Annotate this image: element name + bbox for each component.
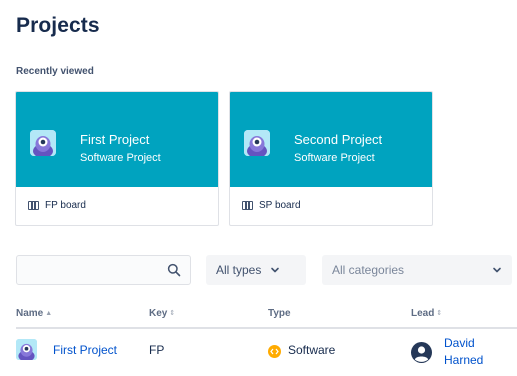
project-avatar-icon <box>244 130 270 156</box>
project-name-link[interactable]: First Project <box>53 343 117 357</box>
column-header-name-label: Name <box>16 308 44 319</box>
chevron-down-icon <box>493 267 501 273</box>
board-icon <box>242 201 253 210</box>
column-header-type: Type <box>268 308 291 319</box>
board-link-label[interactable]: SP board <box>259 200 301 211</box>
sort-ascending-icon: ▲ <box>45 310 53 317</box>
search-input[interactable] <box>17 256 167 284</box>
project-avatar-icon <box>30 130 56 156</box>
column-header-key-label: Key <box>149 308 168 319</box>
chevron-down-icon <box>271 267 280 273</box>
column-header-type-label: Type <box>268 308 291 319</box>
recently-viewed-label: Recently viewed <box>16 66 94 77</box>
table-header-divider <box>16 327 517 329</box>
column-header-name[interactable]: Name ▲ <box>16 308 52 319</box>
board-icon <box>28 201 39 210</box>
types-dropdown-value: All types <box>216 263 262 277</box>
search-icon <box>167 263 181 277</box>
project-lead-link[interactable]: David Harned <box>444 335 504 369</box>
page-title: Projects <box>16 14 100 37</box>
board-link[interactable]: FP board <box>28 200 86 211</box>
sort-icon: ⇕ <box>169 310 176 317</box>
project-card-name[interactable]: Second Project <box>294 132 382 147</box>
types-dropdown[interactable]: All types <box>206 255 306 285</box>
project-avatar-icon <box>16 339 37 360</box>
project-card-second[interactable]: Second Project Software Project SP board <box>229 91 433 226</box>
project-card-first[interactable]: First Project Software Project FP board <box>15 91 219 226</box>
column-header-lead-label: Lead <box>411 308 435 319</box>
board-link-label[interactable]: FP board <box>45 200 86 211</box>
column-header-key[interactable]: Key ⇕ <box>149 308 175 319</box>
sort-icon: ⇕ <box>436 310 443 317</box>
project-card-type: Software Project <box>294 152 375 164</box>
categories-dropdown[interactable]: All categories <box>322 255 512 285</box>
project-card-type: Software Project <box>80 152 161 164</box>
project-key: FP <box>149 343 165 357</box>
user-avatar-icon[interactable] <box>411 342 432 363</box>
search-field[interactable] <box>16 255 191 285</box>
column-header-lead[interactable]: Lead ⇕ <box>411 308 442 319</box>
board-link[interactable]: SP board <box>242 200 301 211</box>
software-type-icon <box>268 345 281 358</box>
project-card-header[interactable]: Second Project Software Project <box>230 92 432 187</box>
categories-dropdown-value: All categories <box>332 263 405 277</box>
project-card-header[interactable]: First Project Software Project <box>16 92 218 187</box>
project-type: Software <box>288 343 336 357</box>
project-card-name[interactable]: First Project <box>80 132 149 147</box>
